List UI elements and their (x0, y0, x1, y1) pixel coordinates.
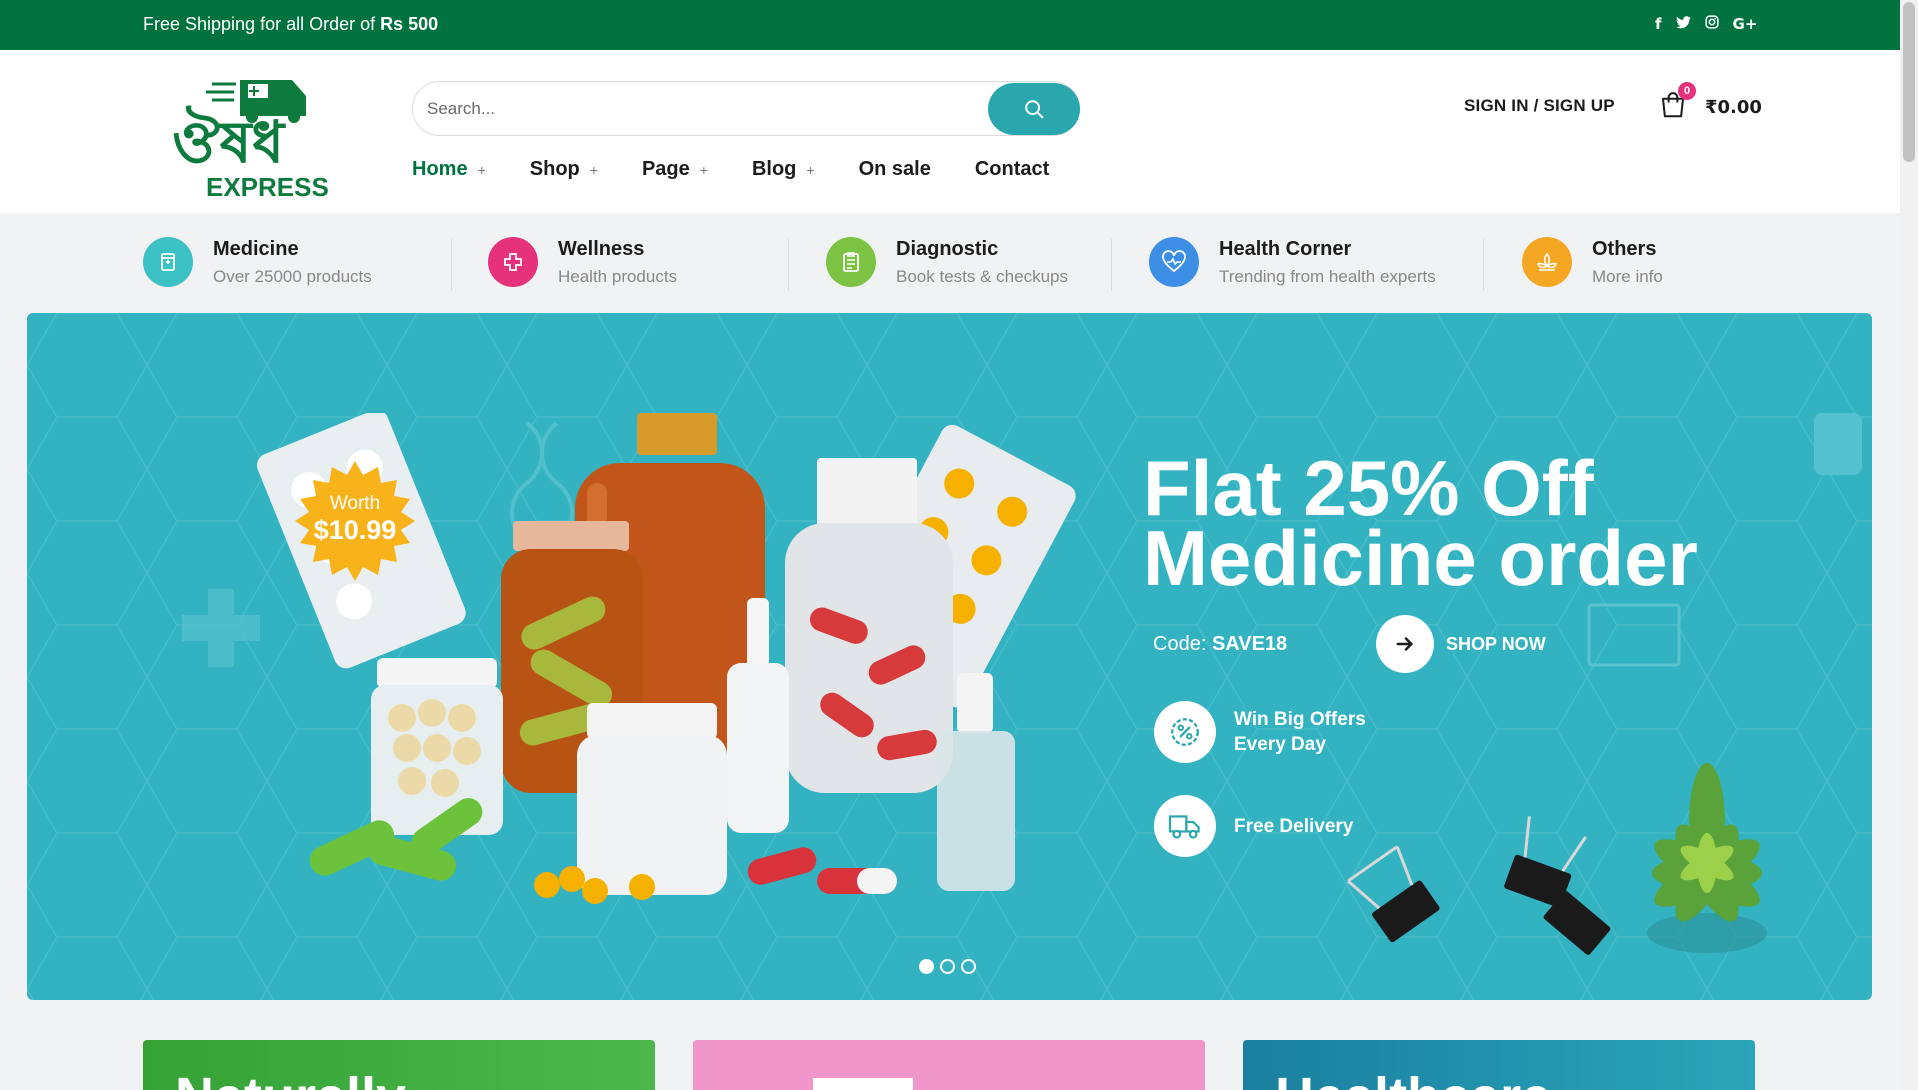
nav-blog[interactable]: Blog + (752, 158, 815, 181)
category-title: Diagnostic (896, 237, 999, 260)
facebook-icon[interactable]: f (1655, 15, 1662, 33)
heart-pulse-icon (1149, 237, 1199, 287)
discount-badge-icon (1154, 701, 1216, 763)
pill-bottle-icon (143, 237, 193, 287)
slide-dot-1[interactable] (919, 959, 934, 974)
feature-delivery: Free Delivery (1154, 795, 1374, 857)
top-promo-bar: Free Shipping for all Order of Rs 500 f … (0, 0, 1900, 50)
wellness-icon (488, 237, 538, 287)
code-value: SAVE18 (1211, 633, 1288, 655)
promo-code: Code: SAVE18 (1153, 633, 1287, 656)
divider (1111, 239, 1112, 291)
nav-shop[interactable]: Shop + (530, 158, 598, 181)
desk-decor-illustration (1347, 763, 1767, 955)
cart-button[interactable]: 0 (1658, 82, 1696, 122)
shop-now-label: SHOP NOW (1446, 633, 1546, 654)
worth-price-badge: Worth $10.99 (295, 461, 415, 581)
promo-card-naturally[interactable]: Naturally (143, 1040, 655, 1090)
category-subtitle: Book tests & checkups (896, 266, 1068, 286)
plus-icon: + (699, 161, 708, 178)
category-health-corner[interactable]: Health Corner Trending from health expert… (1149, 237, 1436, 287)
card-title: Naturally (175, 1066, 406, 1090)
google-plus-icon[interactable]: G+ (1733, 15, 1758, 33)
nav-home[interactable]: Home + (412, 158, 486, 181)
badge-price-text: $10.99 (313, 515, 397, 545)
category-strip: Medicine Over 25000 products Wellness Heal… (0, 213, 1900, 313)
search-input[interactable] (427, 94, 947, 124)
arrow-right-icon (1376, 615, 1434, 673)
logo-express: EXPRESS (206, 172, 329, 200)
search-button[interactable] (988, 83, 1080, 135)
logo[interactable]: ঔষধ EXPRESS (172, 70, 330, 200)
site-header: ঔষধ EXPRESS Home+ Shop+ Page+ Blog+ On s… (0, 50, 1900, 213)
category-medicine[interactable]: Medicine Over 25000 products (143, 237, 372, 287)
slide-dot-3[interactable] (961, 959, 976, 974)
hero-title-line-2: Medicine order (1143, 514, 1698, 602)
slide-dot-2[interactable] (940, 959, 955, 974)
category-title: Wellness (558, 237, 645, 260)
shipping-promo: Free Shipping for all Order of Rs 500 (143, 14, 438, 35)
clipboard-icon (826, 237, 876, 287)
nav-page[interactable]: Page + (642, 158, 708, 181)
divider (788, 239, 789, 291)
card-image (813, 1078, 913, 1090)
nav-on-sale[interactable]: On sale (859, 158, 931, 181)
cart-count-badge: 0 (1678, 82, 1696, 100)
badge-worth-text: Worth (329, 493, 381, 514)
code-label: Code: (1153, 633, 1207, 655)
category-wellness[interactable]: Wellness Health products (488, 237, 677, 287)
social-links: f G+ (1655, 15, 1757, 33)
category-diagnostic[interactable]: Diagnostic Book tests & checkups (826, 237, 1068, 287)
divider (451, 239, 452, 291)
plus-icon: + (589, 161, 598, 178)
category-subtitle: Health products (558, 266, 678, 286)
search-icon (1025, 100, 1044, 119)
cart-total[interactable]: ₹0.00 (1705, 97, 1762, 118)
instagram-icon[interactable] (1704, 15, 1719, 33)
promo-card-healthcare[interactable]: Healthcare (1243, 1040, 1755, 1090)
twitter-icon[interactable] (1675, 15, 1691, 33)
plus-icon: + (806, 161, 815, 178)
slider-dots (919, 959, 976, 974)
feature-offers: Win Big Offers Every Day (1154, 701, 1374, 763)
hero-title: Flat 25% Off Medicine order (1143, 444, 1698, 602)
promo-card-pink[interactable] (693, 1040, 1205, 1090)
page-scrollbar[interactable] (1900, 0, 1918, 1090)
logo-script: ঔষধ (172, 105, 287, 176)
delivery-truck-icon (1154, 795, 1216, 857)
card-title: Healthcare (1275, 1066, 1551, 1090)
hero-title-line-1: Flat 25% Off (1143, 444, 1594, 532)
category-subtitle: Trending from health experts (1219, 266, 1436, 286)
scrollbar-thumb[interactable] (1903, 2, 1915, 162)
category-title: Medicine (213, 237, 299, 260)
category-others[interactable]: Others More info (1522, 237, 1663, 287)
category-subtitle: More info (1592, 266, 1663, 286)
category-subtitle: Over 25000 products (213, 266, 372, 286)
nav-contact[interactable]: Contact (975, 158, 1049, 181)
main-nav: Home + Shop + Page + Blog + On sale Contact (412, 158, 1093, 181)
divider (1483, 239, 1484, 291)
plus-icon: + (477, 161, 486, 178)
category-title: Health Corner (1219, 237, 1352, 260)
sign-in-link[interactable]: SIGN IN / SIGN UP (1464, 96, 1615, 116)
category-title: Others (1592, 237, 1657, 260)
promo-amount: Rs 500 (380, 14, 439, 34)
promo-text: Free Shipping for all Order of (143, 14, 376, 34)
lotus-icon (1522, 237, 1572, 287)
search-bar (412, 81, 1080, 136)
shop-now-button[interactable]: SHOP NOW (1376, 615, 1546, 673)
hero-banner: Worth $10.99 Flat 25% Off Medicine order… (27, 313, 1872, 1000)
